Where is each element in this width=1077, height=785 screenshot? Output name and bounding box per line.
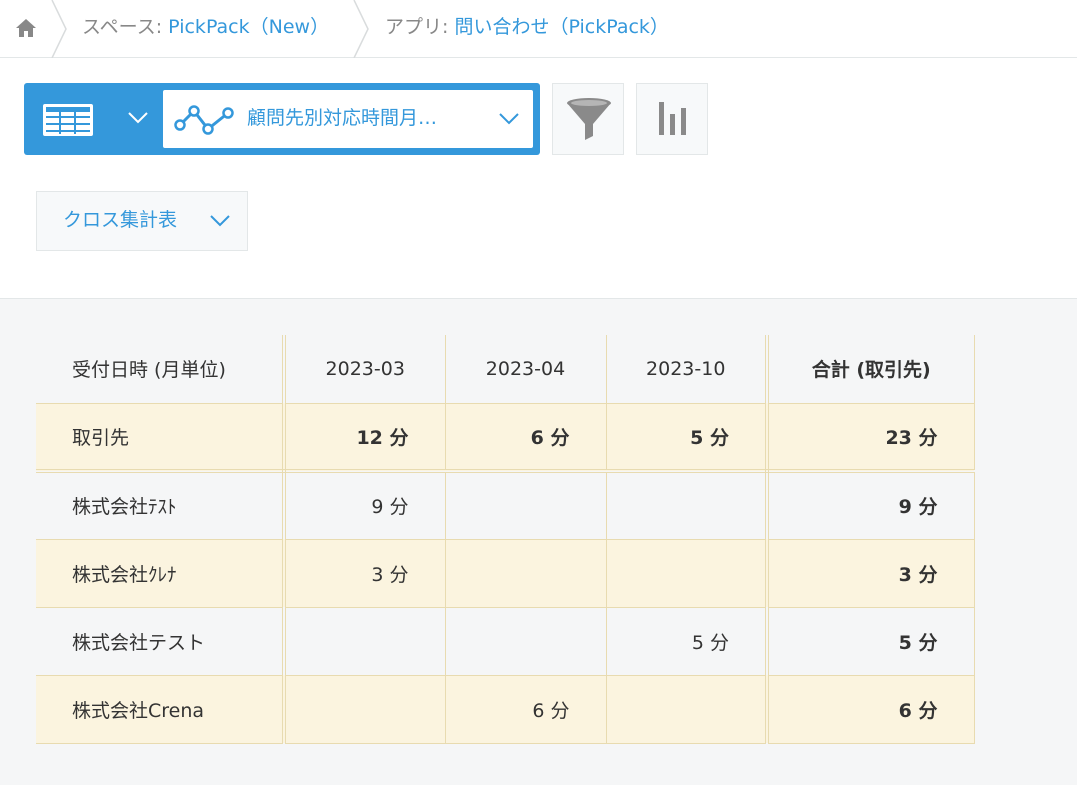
graph-settings-button[interactable] bbox=[636, 83, 708, 155]
chart-type-label: クロス集計表 bbox=[63, 209, 178, 231]
table-row: 株式会社ﾃｽﾄ 9 分 9 分 bbox=[36, 471, 975, 540]
view-switcher: 顧問先別対応時間月… bbox=[24, 83, 540, 155]
table-cell-total[interactable]: 3 分 bbox=[767, 539, 975, 608]
breadcrumb-space-prefix: スペース: bbox=[82, 16, 169, 38]
row-label: 取引先 bbox=[36, 403, 286, 473]
table-row: 株式会社テスト 5 分 5 分 bbox=[36, 607, 975, 676]
breadcrumb-app[interactable]: アプリ: 問い合わせ（PickPack） bbox=[385, 0, 669, 58]
chevron-down-icon bbox=[210, 215, 230, 227]
table-cell[interactable]: 12 分 bbox=[284, 403, 446, 473]
table-cell bbox=[445, 471, 607, 540]
row-label: 株式会社Crena bbox=[36, 675, 286, 744]
cross-table: 受付日時 (月単位) 2023-03 2023-04 2023-10 合計 (取… bbox=[36, 335, 975, 744]
bar-chart-icon bbox=[659, 102, 686, 135]
table-cell[interactable]: 5 分 bbox=[606, 607, 769, 676]
table-cell bbox=[284, 607, 446, 676]
table-cell-total[interactable]: 6 分 bbox=[767, 675, 975, 744]
breadcrumb-app-prefix: アプリ: bbox=[385, 16, 455, 38]
table-row: 株式会社ｸﾚﾅ 3 分 3 分 bbox=[36, 539, 975, 608]
table-row: 株式会社Crena 6 分 6 分 bbox=[36, 675, 975, 744]
table-cell[interactable]: 9 分 bbox=[284, 471, 446, 540]
table-header-row: 受付日時 (月単位) 2023-03 2023-04 2023-10 合計 (取… bbox=[36, 335, 975, 404]
filter-button[interactable] bbox=[552, 83, 624, 155]
column-header[interactable]: 2023-04 bbox=[445, 335, 607, 404]
table-cell-total[interactable]: 23 分 bbox=[767, 403, 975, 473]
column-header[interactable]: 2023-03 bbox=[284, 335, 446, 404]
table-cell bbox=[606, 675, 769, 744]
report-area: 受付日時 (月単位) 2023-03 2023-04 2023-10 合計 (取… bbox=[0, 298, 1077, 785]
table-cell bbox=[284, 675, 446, 744]
table-cell bbox=[445, 607, 607, 676]
view-select-dropdown[interactable]: 顧問先別対応時間月… bbox=[163, 90, 533, 148]
breadcrumb-separator-icon bbox=[353, 0, 369, 58]
graph-icon bbox=[174, 105, 234, 135]
table-cell bbox=[606, 471, 769, 540]
filter-icon bbox=[567, 98, 611, 140]
table-cell bbox=[445, 539, 607, 608]
breadcrumb-separator-icon bbox=[51, 0, 67, 58]
breadcrumb-app-link[interactable]: 問い合わせ（PickPack） bbox=[454, 16, 668, 38]
view-type-chevron-down-icon[interactable] bbox=[127, 111, 149, 125]
table-cell-total[interactable]: 9 分 bbox=[767, 471, 975, 540]
column-header-total[interactable]: 合計 (取引先) bbox=[767, 335, 975, 404]
table-cell[interactable]: 3 分 bbox=[284, 539, 446, 608]
table-cell-total[interactable]: 5 分 bbox=[767, 607, 975, 676]
column-header[interactable]: 2023-10 bbox=[606, 335, 769, 404]
table-cell bbox=[606, 539, 769, 608]
breadcrumb: スペース: PickPack（New） アプリ: 問い合わせ（PickPack） bbox=[0, 0, 1077, 58]
breadcrumb-space[interactable]: スペース: PickPack（New） bbox=[82, 0, 329, 58]
table-cell[interactable]: 6 分 bbox=[445, 403, 607, 473]
row-label: 株式会社ｸﾚﾅ bbox=[36, 539, 286, 608]
home-button[interactable] bbox=[0, 0, 52, 58]
table-view-icon[interactable] bbox=[42, 103, 94, 137]
table-cell[interactable]: 6 分 bbox=[445, 675, 607, 744]
home-icon bbox=[16, 19, 36, 37]
breadcrumb-space-link[interactable]: PickPack（New） bbox=[168, 16, 329, 38]
table-cell[interactable]: 5 分 bbox=[606, 403, 769, 473]
summary-row: 取引先 12 分 6 分 5 分 23 分 bbox=[36, 403, 975, 473]
chevron-down-icon bbox=[499, 113, 519, 125]
row-label: 株式会社テスト bbox=[36, 607, 286, 676]
column-header[interactable]: 受付日時 (月単位) bbox=[36, 335, 286, 404]
chart-type-dropdown[interactable]: クロス集計表 bbox=[36, 191, 248, 251]
row-label: 株式会社ﾃｽﾄ bbox=[36, 471, 286, 540]
view-name: 顧問先別対応時間月… bbox=[247, 107, 438, 129]
